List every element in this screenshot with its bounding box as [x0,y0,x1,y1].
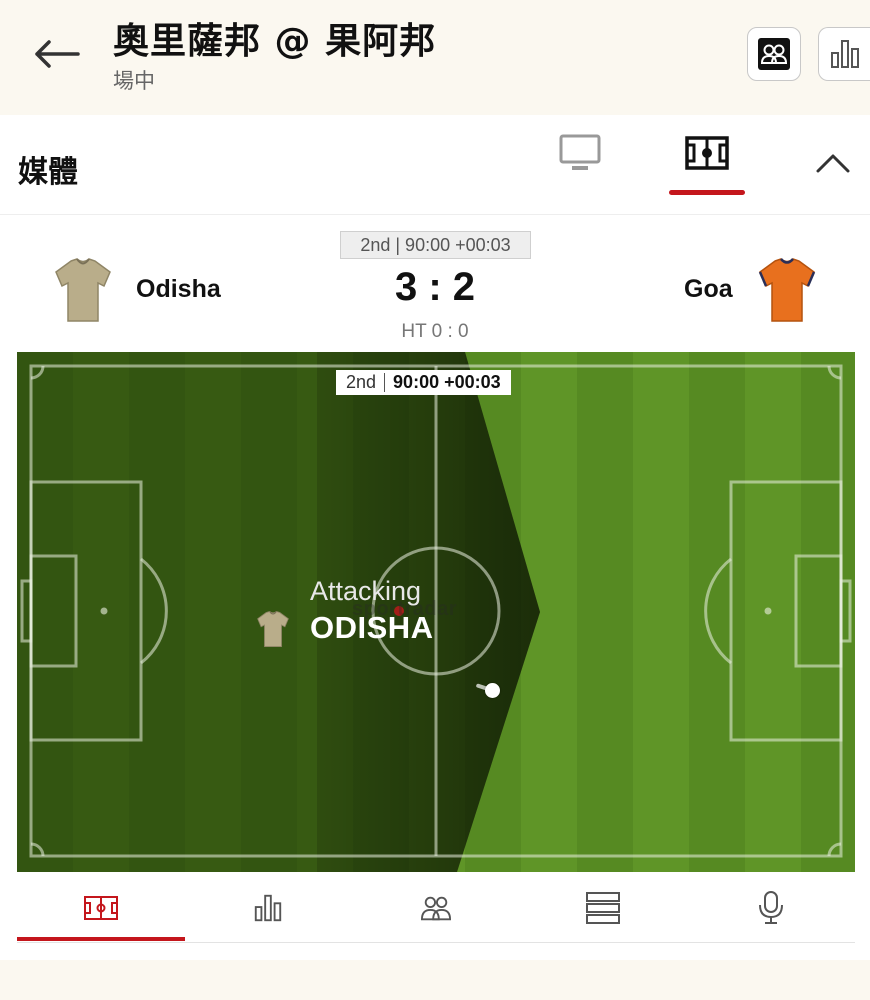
match-status: 場中 [113,69,155,93]
score: 3 : 2 [394,265,476,309]
pitch-clock-time: 90:00 +00:03 [393,372,501,392]
halftime-score: HT 0 : 0 [401,321,469,342]
tab-audio[interactable] [687,877,855,939]
list-icon [586,892,620,924]
tab-commentary[interactable] [519,877,687,939]
attacking-team: ODISHA [310,610,434,645]
attacking-label: Attacking [310,576,422,606]
lineups-icon [420,896,452,921]
ball [485,683,500,698]
bottom-tab-bar [17,877,855,943]
back-button[interactable] [28,30,84,78]
pitch-icon [84,896,118,920]
pitch-clock: 2nd 90:00 +00:03 [336,370,511,395]
away-team-name: Goa [684,275,733,303]
tv-icon [559,134,601,170]
collapse-button[interactable] [810,145,856,181]
media-label: 媒體 [18,155,78,190]
tab-tracker[interactable] [17,877,185,939]
pitch-icon [685,136,729,170]
stats-icon [830,40,859,68]
home-team-name: Odisha [136,275,221,303]
home-kit-icon [53,255,113,329]
period-clock-chip: 2nd | 90:00 +00:03 [340,231,531,259]
chevron-up-icon [816,154,850,173]
tab-pitch-tracker[interactable] [669,133,745,173]
attacking-kit-icon [256,608,290,654]
media-header: 媒體 [0,115,870,215]
tab-lineups[interactable] [352,877,520,939]
tab-tv[interactable] [553,133,607,173]
tab-statistics[interactable] [184,877,352,939]
stats-button[interactable] [818,27,870,81]
back-arrow-icon [35,40,80,68]
match-title: 奧里薩邦 @ 果阿邦 [113,21,437,62]
lineups-button[interactable] [747,27,801,81]
active-bottom-tab-indicator [17,937,185,941]
lineups-icon [758,38,790,70]
microphone-icon [759,891,783,924]
pitch-clock-period: 2nd [346,372,377,392]
active-tab-indicator [669,190,745,195]
app-header: 奧里薩邦 @ 果阿邦 場中 [0,0,870,115]
away-kit-icon [757,255,817,329]
media-panel: 媒體 2nd | 90:00 +00:03 Odisha 3: 2 HT 0 … [0,115,870,960]
stats-icon [254,894,282,922]
